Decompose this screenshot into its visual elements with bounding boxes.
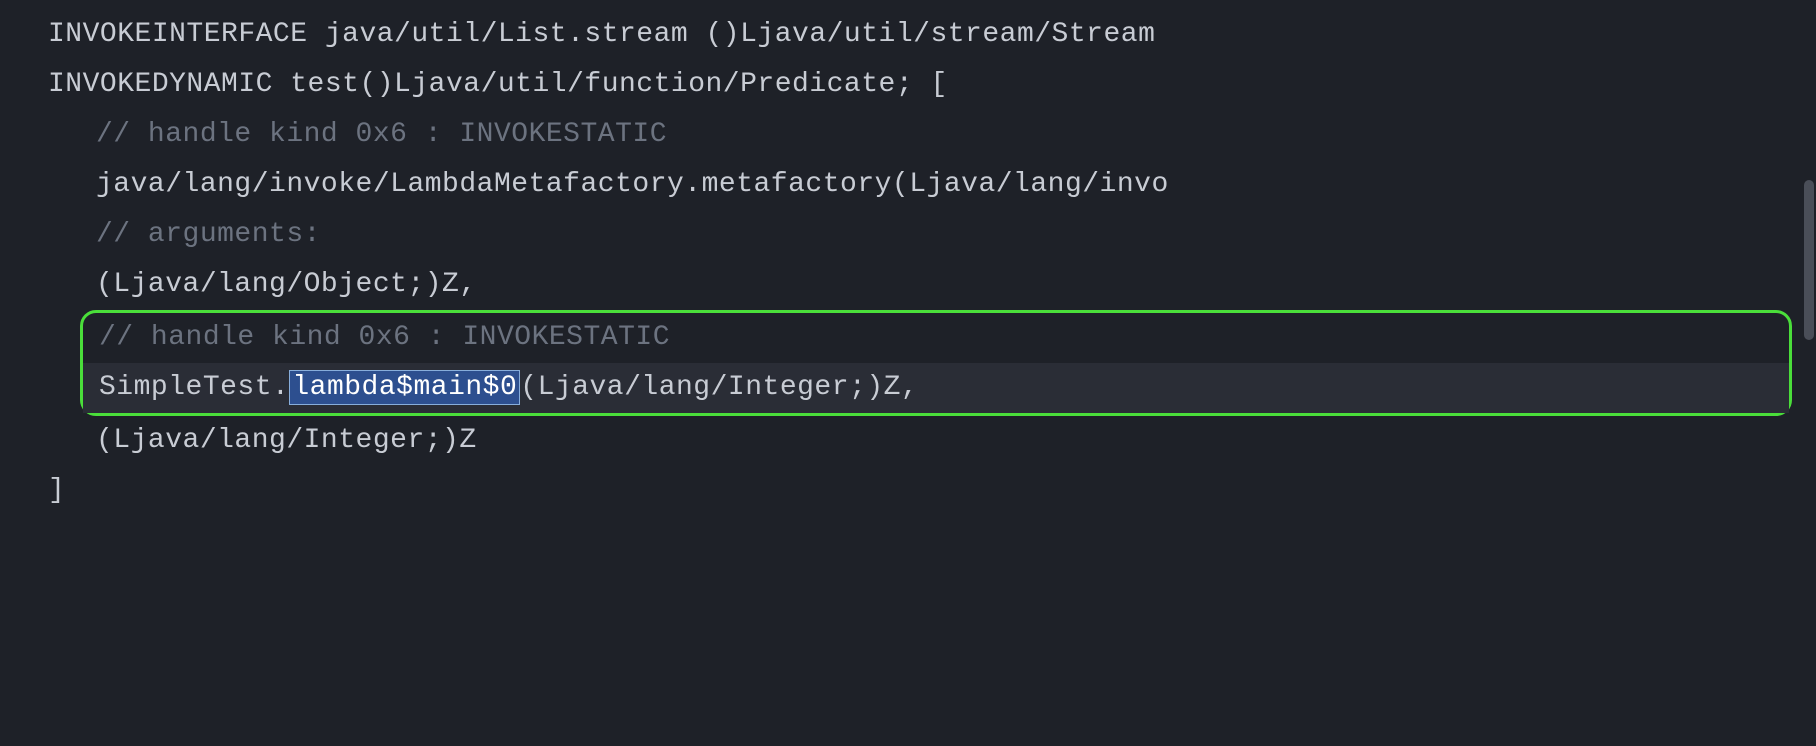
code-text: ] <box>48 475 65 506</box>
code-line-7[interactable]: // handle kind 0x6 : INVOKESTATIC <box>83 313 1789 363</box>
code-comment: // arguments: <box>96 219 321 250</box>
code-text-prefix: SimpleTest. <box>99 372 289 403</box>
code-text: java/lang/invoke/LambdaMetafactory.metaf… <box>96 169 1169 200</box>
code-line-9[interactable]: (Ljava/lang/Integer;)Z <box>0 416 1816 466</box>
code-text: (Ljava/lang/Integer;)Z <box>96 425 477 456</box>
selected-text[interactable]: lambda$main$0 <box>289 370 520 405</box>
code-text-suffix: (Ljava/lang/Integer;)Z, <box>520 372 918 403</box>
code-line-1[interactable]: INVOKEINTERFACE java/util/List.stream ()… <box>0 10 1816 60</box>
code-line-6[interactable]: (Ljava/lang/Object;)Z, <box>0 260 1816 310</box>
code-line-2[interactable]: INVOKEDYNAMIC test()Ljava/util/function/… <box>0 60 1816 110</box>
code-text: INVOKEINTERFACE java/util/List.stream ()… <box>48 19 1155 50</box>
code-line-5[interactable]: // arguments: <box>0 210 1816 260</box>
code-line-3[interactable]: // handle kind 0x6 : INVOKESTATIC <box>0 110 1816 160</box>
code-comment: // handle kind 0x6 : INVOKESTATIC <box>96 119 667 150</box>
code-text: INVOKEDYNAMIC test()Ljava/util/function/… <box>48 69 948 100</box>
code-line-10[interactable]: ] <box>0 466 1816 516</box>
code-text: (Ljava/lang/Object;)Z, <box>96 269 477 300</box>
code-comment: // handle kind 0x6 : INVOKESTATIC <box>99 322 670 353</box>
code-line-4[interactable]: java/lang/invoke/LambdaMetafactory.metaf… <box>0 160 1816 210</box>
code-line-8[interactable]: SimpleTest.lambda$main$0(Ljava/lang/Inte… <box>83 363 1789 413</box>
vertical-scrollbar[interactable] <box>1804 180 1814 340</box>
annotation-highlight-box: // handle kind 0x6 : INVOKESTATIC Simple… <box>80 310 1792 416</box>
